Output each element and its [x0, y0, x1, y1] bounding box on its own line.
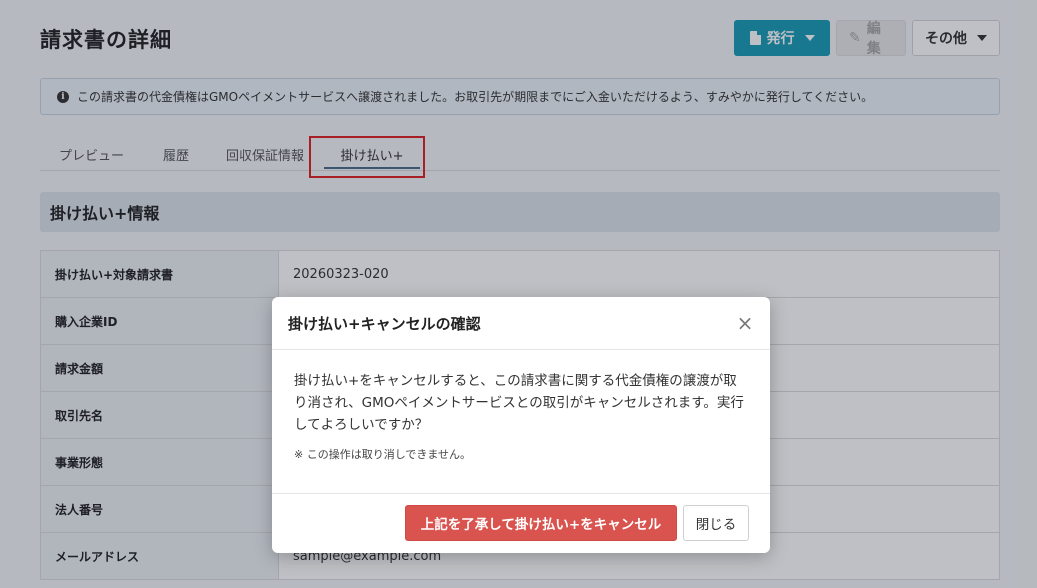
cancel-confirm-dialog: 掛け払い+キャンセルの確認 × 掛け払い+をキャンセルすると、この請求書に関する…: [272, 297, 770, 553]
modal-footer: 上記を了承して掛け払い+をキャンセル 閉じる: [272, 495, 770, 553]
modal-title: 掛け払い+キャンセルの確認: [288, 314, 481, 333]
modal-header: 掛け払い+キャンセルの確認 ×: [272, 297, 770, 350]
close-icon[interactable]: ×: [736, 313, 754, 333]
modal-body: 掛け払い+をキャンセルすると、この請求書に関する代金債権の譲渡が取り消され、GM…: [272, 350, 770, 494]
modal-note: ※ この操作は取り消しできません。: [294, 448, 472, 461]
confirm-cancel-button[interactable]: 上記を了承して掛け払い+をキャンセル: [405, 505, 677, 541]
close-button[interactable]: 閉じる: [683, 505, 749, 541]
invoice-detail-page: 請求書の詳細 発行 ✎ 編集 その他 i この請求書の代金債権はGMOペイメント…: [0, 0, 1037, 588]
modal-message: 掛け払い+をキャンセルすると、この請求書に関する代金債権の譲渡が取り消され、GM…: [294, 373, 744, 433]
